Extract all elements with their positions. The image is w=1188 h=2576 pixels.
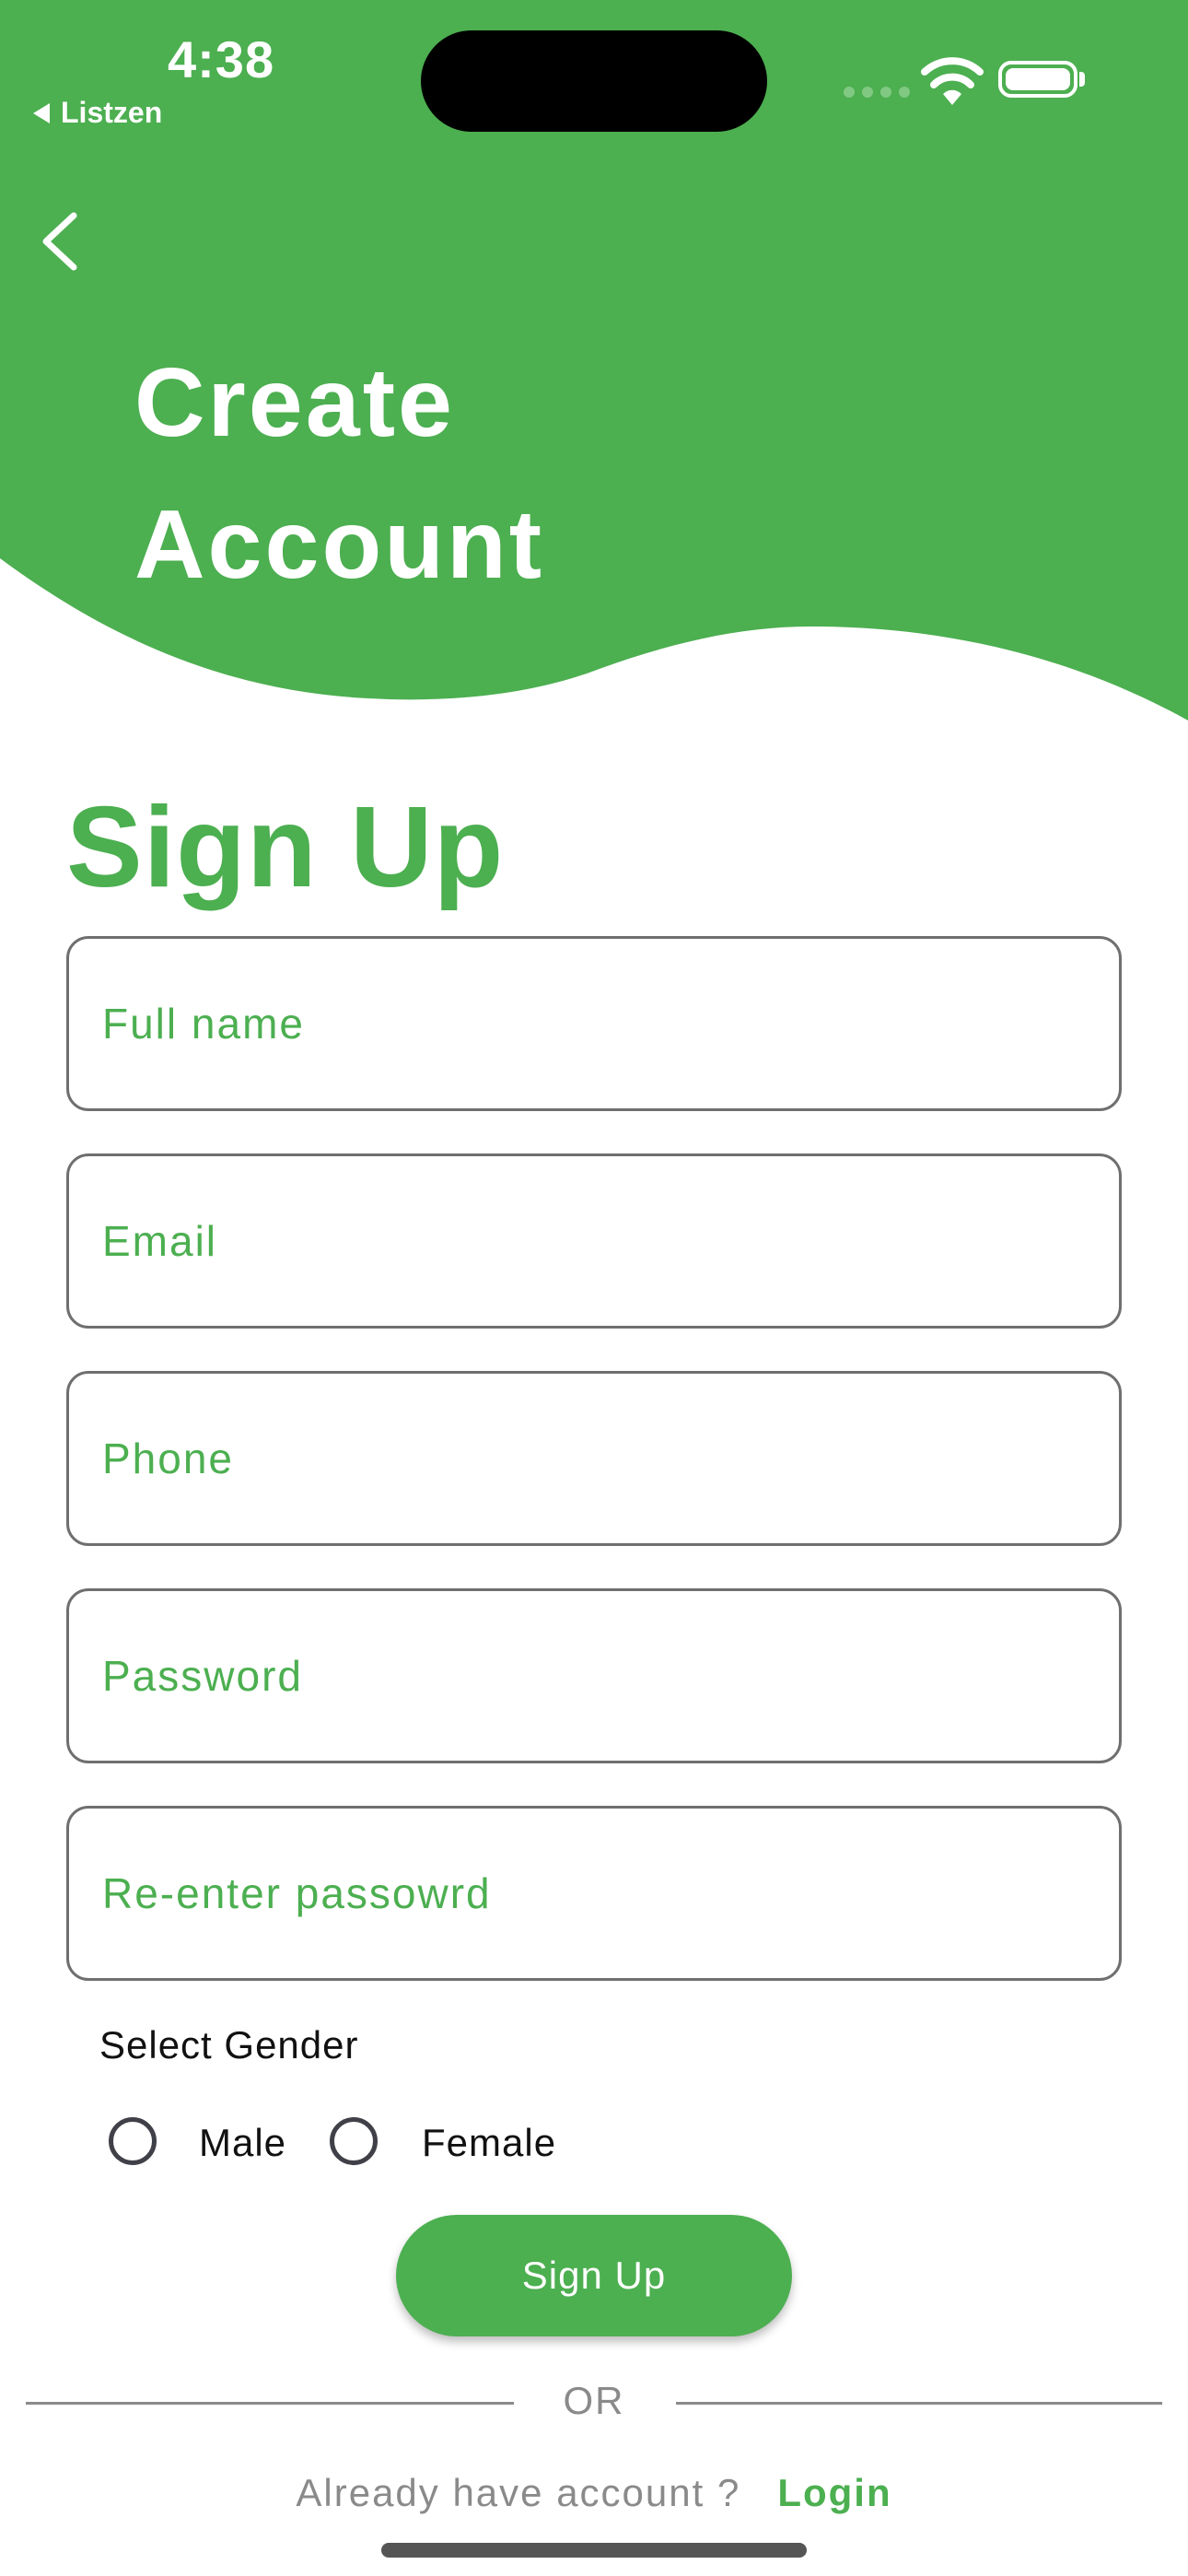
phone-input[interactable] [69,1374,1119,1543]
battery-cap [1079,72,1085,87]
confirm-password-input[interactable] [69,1809,1119,1978]
gender-label: Select Gender [99,2023,359,2067]
radio-female[interactable] [330,2117,378,2165]
radio-male[interactable] [109,2117,157,2165]
return-app-label: Listzen [61,96,163,129]
wifi-icon [921,57,984,105]
full-name-field[interactable] [66,936,1122,1111]
email-field[interactable] [66,1153,1122,1329]
back-triangle-icon [33,102,50,123]
form-heading: Sign Up [66,784,505,911]
email-input[interactable] [69,1156,1119,1326]
dynamic-island [421,30,767,132]
title-line-2: Account [134,490,544,599]
chevron-left-icon[interactable] [35,208,90,275]
login-link[interactable]: Login [777,2471,891,2514]
home-indicator[interactable] [381,2543,807,2558]
password-input[interactable] [69,1591,1119,1761]
login-prompt: Already have account ? Login [0,2471,1188,2515]
radio-female-label[interactable]: Female [422,2121,556,2165]
full-name-input[interactable] [69,939,1119,1108]
phone-field[interactable] [66,1371,1122,1546]
return-to-app-link[interactable]: Listzen [33,96,162,130]
status-time: 4:38 [168,30,275,88]
password-field[interactable] [66,1588,1122,1763]
radio-male-label[interactable]: Male [199,2121,286,2165]
page-title: Create Account [134,332,544,615]
login-question: Already have account ? [296,2471,741,2514]
battery-icon [998,61,1077,98]
divider-right [676,2402,1162,2405]
confirm-password-field[interactable] [66,1806,1122,1981]
title-line-1: Create [134,348,455,457]
or-separator: OR [563,2379,625,2422]
sign-up-button[interactable]: Sign Up [396,2215,792,2336]
cellular-signal-icon [844,87,910,98]
